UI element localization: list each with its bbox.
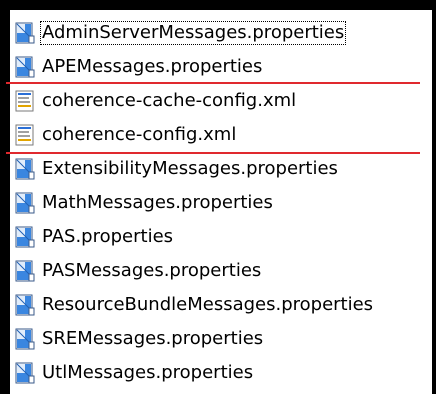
properties-file-icon (14, 158, 36, 180)
file-name: APEMessages.properties (42, 56, 263, 77)
properties-file-icon (14, 22, 36, 44)
file-name: PAS.properties (42, 226, 174, 247)
file-item-mathmessages[interactable]: MathMessages.properties (10, 186, 430, 220)
file-item-extensibilitymessages[interactable]: ExtensibilityMessages.properties (10, 152, 430, 186)
window-left-border (0, 0, 10, 394)
file-list-window: AdminServerMessages.properties APEMessag… (0, 0, 436, 394)
properties-file-icon (14, 192, 36, 214)
file-name: coherence-cache-config.xml (42, 90, 297, 111)
file-name: ResourceBundleMessages.properties (42, 294, 374, 315)
file-item-coherence-config[interactable]: coherence-config.xml (10, 118, 430, 152)
xml-file-icon (14, 90, 36, 112)
properties-file-icon (14, 328, 36, 350)
file-name: coherence-config.xml (42, 124, 237, 145)
highlight-top-line (6, 82, 420, 84)
file-item-apemessages[interactable]: APEMessages.properties (10, 50, 430, 84)
file-item-coherence-cache-config[interactable]: coherence-cache-config.xml (10, 84, 430, 118)
file-item-utlmessages[interactable]: UtlMessages.properties (10, 356, 430, 390)
file-name: ExtensibilityMessages.properties (42, 158, 338, 179)
file-item-sremessages[interactable]: SREMessages.properties (10, 322, 430, 356)
properties-file-icon (14, 260, 36, 282)
file-name: MathMessages.properties (42, 192, 273, 213)
file-item-adminservermessages[interactable]: AdminServerMessages.properties (10, 16, 430, 50)
file-item-pas[interactable]: PAS.properties (10, 220, 430, 254)
file-name: PASMessages.properties (42, 260, 262, 281)
file-name: UtlMessages.properties (42, 362, 254, 383)
file-item-pasmessages[interactable]: PASMessages.properties (10, 254, 430, 288)
file-name: SREMessages.properties (42, 328, 264, 349)
properties-file-icon (14, 362, 36, 384)
xml-file-icon (14, 124, 36, 146)
properties-file-icon (14, 294, 36, 316)
window-right-border (432, 0, 436, 394)
file-list: AdminServerMessages.properties APEMessag… (10, 16, 430, 390)
window-top-border (0, 0, 436, 10)
file-item-resourcebundlemessages[interactable]: ResourceBundleMessages.properties (10, 288, 430, 322)
properties-file-icon (14, 56, 36, 78)
properties-file-icon (14, 226, 36, 248)
highlight-bottom-line (6, 152, 420, 154)
file-name: AdminServerMessages.properties (40, 21, 347, 45)
